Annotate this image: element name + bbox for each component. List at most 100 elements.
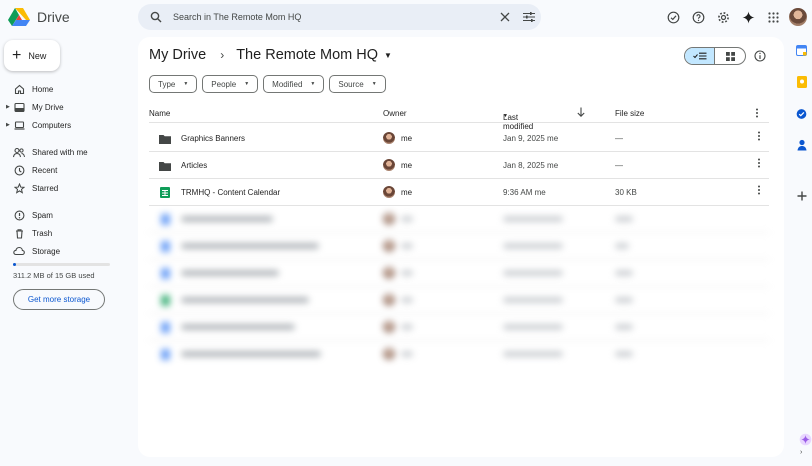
file-name[interactable]: Articles	[181, 161, 207, 170]
column-owner[interactable]: Owner	[383, 109, 407, 118]
obscured-owner	[401, 243, 413, 249]
sidebar-item-label: Recent	[32, 165, 58, 175]
sort-direction-arrow-icon[interactable]	[577, 107, 585, 119]
view-toggle	[684, 47, 746, 65]
ready-for-offline-icon[interactable]	[665, 9, 682, 26]
sidebar-item-my-drive[interactable]: ▶ My Drive	[0, 98, 130, 116]
obscured-size	[615, 270, 633, 276]
table-row-obscured[interactable]	[149, 287, 769, 314]
obscured-size	[615, 324, 633, 330]
sidebar-item-label: Starred	[32, 183, 59, 193]
search-icon[interactable]	[142, 11, 170, 23]
file-name[interactable]: TRMHQ - Content Calendar	[181, 188, 280, 197]
table-row[interactable]: TRMHQ - Content Calendar me 9:36 AM me 3…	[149, 179, 769, 206]
obscured-date	[503, 297, 563, 303]
search-options-icon[interactable]	[517, 12, 541, 22]
sidebar-item-label: Storage	[32, 246, 61, 256]
table-row[interactable]: Graphics Banners me Jan 9, 2025 me —	[149, 125, 769, 152]
table-row-obscured[interactable]	[149, 341, 769, 368]
sidebar-item-storage[interactable]: Storage	[0, 242, 130, 260]
folder-menu-caret-icon[interactable]: ▼	[384, 51, 392, 60]
gemini-assistant-icon[interactable]	[799, 433, 812, 446]
table-row-obscured[interactable]	[149, 260, 769, 287]
sidebar-item-shared-with-me[interactable]: Shared with me	[0, 143, 130, 161]
more-columns-kebab-icon[interactable]	[755, 108, 759, 120]
breadcrumb-current-folder[interactable]: The Remote Mom HQ	[236, 47, 378, 63]
modified-text: Jan 9, 2025 me	[503, 134, 559, 143]
sidebar-item-starred[interactable]: Starred	[0, 179, 130, 197]
breadcrumb-my-drive[interactable]: My Drive	[149, 47, 206, 63]
info-icon[interactable]	[753, 49, 766, 62]
sidebar-item-label: Home	[32, 84, 54, 94]
filter-modified[interactable]: Modified ▼	[263, 75, 325, 93]
keep-icon[interactable]	[796, 75, 807, 88]
owner-avatar	[383, 348, 395, 360]
obscured-date	[503, 351, 563, 357]
table-row[interactable]: Articles me Jan 8, 2025 me —	[149, 152, 769, 179]
column-name[interactable]: Name	[149, 109, 170, 118]
row-more-actions-icon[interactable]	[755, 158, 763, 168]
filter-source[interactable]: Source ▼	[329, 75, 386, 93]
sidebar-item-trash[interactable]: Trash	[0, 224, 130, 242]
contacts-icon[interactable]	[796, 139, 807, 150]
sidebar-item-label: Trash	[32, 228, 53, 238]
row-more-actions-icon[interactable]	[755, 185, 763, 195]
app-name: Drive	[37, 9, 70, 25]
drive-logo[interactable]: Drive	[8, 7, 70, 27]
gemini-sparkle-icon[interactable]	[740, 9, 757, 26]
row-more-actions-icon[interactable]	[755, 131, 763, 141]
expand-side-panel-chevron-icon[interactable]: ›	[800, 449, 802, 456]
dropdown-arrow-icon: ▼	[371, 81, 377, 87]
obscured-name	[181, 270, 279, 276]
sidebar-item-home[interactable]: Home	[0, 80, 130, 98]
sidebar-item-recent[interactable]: Recent	[0, 161, 130, 179]
sidebar-item-spam[interactable]: Spam	[0, 206, 130, 224]
get-more-storage-button[interactable]: Get more storage	[13, 289, 105, 310]
sidebar-item-computers[interactable]: ▶ Computers	[0, 116, 130, 134]
my-drive-icon	[13, 101, 25, 113]
settings-gear-icon[interactable]	[715, 9, 732, 26]
grid-view-icon	[725, 51, 735, 61]
calendar-icon[interactable]	[796, 45, 807, 56]
table-header: Name Owner Last modified ▼ File size	[149, 105, 769, 131]
obscured-size	[615, 351, 633, 357]
home-icon	[13, 83, 25, 95]
help-icon[interactable]	[690, 9, 707, 26]
search-bar[interactable]	[138, 4, 541, 30]
filter-people[interactable]: People ▼	[202, 75, 259, 93]
sort-caret-icon: ▼	[503, 113, 508, 119]
column-file-size[interactable]: File size	[615, 109, 644, 118]
breadcrumb: My Drive › The Remote Mom HQ ▼	[149, 47, 392, 63]
obscured-owner	[401, 216, 413, 222]
account-avatar[interactable]	[789, 8, 807, 26]
tasks-icon[interactable]	[796, 108, 807, 119]
obscured-date	[503, 216, 563, 222]
expand-caret-icon[interactable]: ▶	[6, 104, 10, 110]
top-bar: Drive	[0, 0, 812, 36]
get-add-ons-plus-icon[interactable]	[796, 190, 807, 201]
table-row-obscured[interactable]	[149, 233, 769, 260]
expand-caret-icon[interactable]: ▶	[6, 122, 10, 128]
table-row-obscured[interactable]	[149, 206, 769, 233]
clear-search-icon[interactable]	[493, 12, 517, 22]
obscured-name	[181, 216, 273, 222]
apps-grid-icon[interactable]	[765, 9, 782, 26]
filter-chips: Type ▼ People ▼ Modified ▼ Source ▼	[149, 75, 386, 93]
new-button[interactable]: + New	[4, 40, 60, 71]
file-name[interactable]: Graphics Banners	[181, 134, 245, 143]
sheets-icon	[159, 187, 171, 198]
file-list: Graphics Banners me Jan 9, 2025 me — Art…	[149, 125, 769, 368]
file-size-text: —	[615, 134, 623, 143]
table-row-obscured[interactable]	[149, 314, 769, 341]
computers-icon	[13, 119, 25, 131]
star-icon	[13, 182, 25, 194]
obscured-date	[503, 243, 563, 249]
storage-used-text: 311.2 MB of 15 GB used	[13, 271, 95, 280]
grid-view-button[interactable]	[715, 48, 745, 64]
search-input[interactable]	[173, 12, 493, 22]
filter-type[interactable]: Type ▼	[149, 75, 198, 93]
obscured-owner	[401, 270, 413, 276]
trash-icon	[13, 227, 25, 239]
list-view-button[interactable]	[685, 48, 716, 64]
owner-avatar	[383, 213, 395, 225]
